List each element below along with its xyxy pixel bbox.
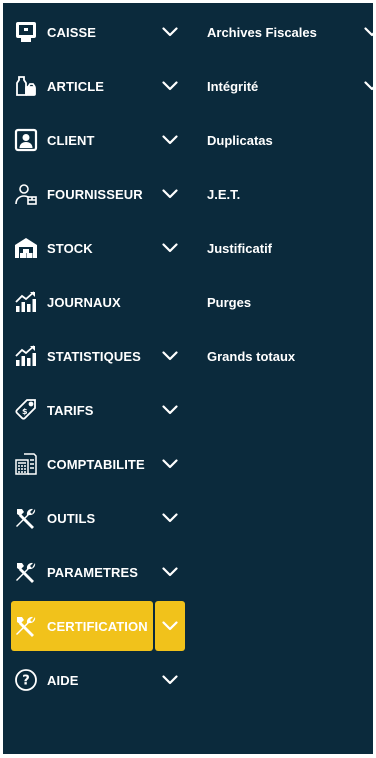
- certification-submenu: Archives Fiscales Intégrité Duplicatas J.E.…: [195, 3, 376, 754]
- sidebar-item-label: OUTILS: [47, 510, 96, 526]
- submenu-item-label: Justificatif: [207, 240, 273, 256]
- chart-up-icon: [13, 343, 39, 369]
- sidebar-item-fournisseur[interactable]: FOURNISSEUR: [11, 169, 153, 219]
- chevron-down-icon[interactable]: [155, 169, 185, 219]
- chevron-down-icon[interactable]: [155, 61, 185, 111]
- sidebar-item-label: CLIENT: [47, 132, 95, 148]
- sidebar-item-label: JOURNAUX: [47, 294, 121, 310]
- submenu-item-duplicatas[interactable]: Duplicatas: [207, 115, 371, 165]
- submenu-item-grands-totaux[interactable]: Grands totaux: [207, 331, 371, 381]
- warehouse-icon: [13, 235, 39, 261]
- cash-register-icon: [13, 19, 39, 45]
- sidebar-item-label: COMPTABILITE: [47, 456, 145, 472]
- sidebar-item-label: ARTICLE: [47, 78, 105, 94]
- sidebar-item-article[interactable]: ARTICLE: [11, 61, 153, 111]
- sidebar-item-label: FOURNISSEUR: [47, 186, 143, 202]
- chevron-down-icon[interactable]: [155, 385, 185, 435]
- tools-icon: [13, 505, 39, 531]
- submenu-item-label: Purges: [207, 294, 252, 310]
- submenu-item-label: Grands totaux: [207, 348, 296, 364]
- chevron-down-icon[interactable]: [361, 61, 376, 111]
- chevron-down-icon[interactable]: [155, 601, 185, 651]
- sidebar-item-aide[interactable]: ? AIDE: [11, 655, 153, 705]
- sidebar-item-stock[interactable]: STOCK: [11, 223, 153, 273]
- sidebar-item-parametres[interactable]: PARAMETRES: [11, 547, 153, 597]
- sidebar-item-outils[interactable]: OUTILS: [11, 493, 153, 543]
- sidebar-item-label: CERTIFICATION: [47, 618, 148, 634]
- chevron-down-icon[interactable]: [155, 655, 185, 705]
- submenu-item-archives-fiscales[interactable]: Archives Fiscales: [207, 7, 376, 57]
- products-icon: [13, 73, 39, 99]
- price-tag-icon: $: [13, 397, 39, 423]
- sidebar-item-label: PARAMETRES: [47, 564, 139, 580]
- accounting-icon: [13, 451, 39, 477]
- submenu-item-integrite[interactable]: Intégrité: [207, 61, 376, 111]
- chevron-down-icon[interactable]: [361, 7, 376, 57]
- sidebar-item-statistiques[interactable]: STATISTIQUES: [11, 331, 153, 381]
- sidebar-item-client[interactable]: CLIENT: [11, 115, 153, 165]
- tools-icon: [13, 559, 39, 585]
- supplier-icon: [13, 181, 39, 207]
- tools-icon: [13, 613, 39, 639]
- sidebar-item-comptabilite[interactable]: COMPTABILITE: [11, 439, 153, 489]
- submenu-item-j-e-t[interactable]: J.E.T.: [207, 169, 371, 219]
- sidebar-item-label: TARIFS: [47, 402, 94, 418]
- chevron-down-icon[interactable]: [155, 547, 185, 597]
- sidebar-item-label: STATISTIQUES: [47, 348, 141, 364]
- svg-text:?: ?: [22, 674, 30, 689]
- sidebar-menu: CAISSE ARTICLE CLIENT FOURNISSEUR STOCK JOURN…: [3, 3, 195, 754]
- sidebar-item-caisse[interactable]: CAISSE: [11, 7, 153, 57]
- sidebar-item-tarifs[interactable]: $ TARIFS: [11, 385, 153, 435]
- sidebar-item-certification[interactable]: CERTIFICATION: [11, 601, 153, 651]
- submenu-item-label: Duplicatas: [207, 132, 273, 148]
- client-icon: [13, 127, 39, 153]
- sidebar-item-journaux[interactable]: JOURNAUX: [11, 277, 153, 327]
- sidebar-item-label: CAISSE: [47, 24, 97, 40]
- chevron-down-icon[interactable]: [155, 331, 185, 381]
- submenu-item-label: J.E.T.: [207, 186, 241, 202]
- help-icon: ?: [13, 667, 39, 693]
- chart-up-icon: [13, 289, 39, 315]
- svg-text:$: $: [22, 407, 28, 416]
- submenu-item-label: Intégrité: [207, 78, 259, 94]
- app-window: CAISSE ARTICLE CLIENT FOURNISSEUR STOCK JOURN…: [3, 3, 376, 754]
- sidebar-item-label: AIDE: [47, 672, 79, 688]
- submenu-item-justificatif[interactable]: Justificatif: [207, 223, 371, 273]
- submenu-item-label: Archives Fiscales: [207, 24, 317, 40]
- sidebar-item-label: STOCK: [47, 240, 93, 256]
- chevron-down-icon[interactable]: [155, 493, 185, 543]
- chevron-down-icon[interactable]: [155, 115, 185, 165]
- submenu-item-purges[interactable]: Purges: [207, 277, 371, 327]
- chevron-down-icon[interactable]: [155, 223, 185, 273]
- chevron-down-icon[interactable]: [155, 7, 185, 57]
- chevron-down-icon[interactable]: [155, 439, 185, 489]
